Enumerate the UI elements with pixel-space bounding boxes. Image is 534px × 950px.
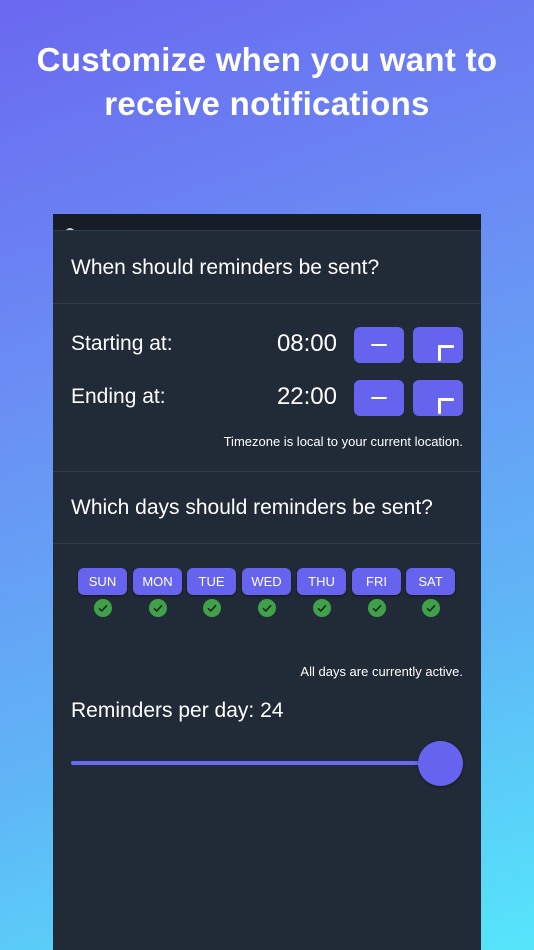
reminders-value: 24 [260,699,284,722]
day-button[interactable]: THU [297,568,346,595]
day-button[interactable]: MON [133,568,182,595]
nav-bar-fragment [53,214,481,231]
day-thu[interactable]: THU [297,568,346,617]
reminders-slider-track[interactable] [71,761,441,765]
end-time-row: Ending at: 22:00 [71,380,463,416]
check-icon [93,599,112,617]
check-icon [202,599,221,617]
day-button[interactable]: TUE [187,568,236,595]
end-time-label: Ending at: [71,385,166,408]
check-icon [367,599,386,617]
days-section-title: Which days should reminders be sent? [53,472,481,544]
back-chevron-icon [65,228,75,230]
check-icon [421,599,440,617]
reminders-slider-thumb[interactable] [418,741,463,786]
day-sat[interactable]: SAT [406,568,455,617]
day-sun[interactable]: SUN [78,568,127,617]
day-button[interactable]: FRI [352,568,401,595]
time-section-title: When should reminders be sent? [53,232,481,304]
day-button[interactable]: WED [242,568,291,595]
start-increment-button[interactable] [413,327,463,363]
day-mon[interactable]: MON [133,568,182,617]
end-decrement-button[interactable] [354,380,404,416]
end-increment-button[interactable] [413,380,463,416]
start-time-label: Starting at: [71,332,173,355]
timezone-note: Timezone is local to your current locati… [223,434,463,449]
day-tue[interactable]: TUE [187,568,236,617]
days-status-note: All days are currently active. [300,664,463,679]
minus-icon [371,396,387,400]
day-wed[interactable]: WED [242,568,291,617]
start-decrement-button[interactable] [354,327,404,363]
check-icon [257,599,276,617]
check-icon [312,599,331,617]
end-time-value: 22:00 [276,383,337,410]
check-icon [148,599,167,617]
day-selector: SUN MON TUE WED THU FRI SAT [78,568,458,618]
reminders-per-day: Reminders per day: 24 [71,699,283,723]
day-button[interactable]: SUN [78,568,127,595]
start-time-row: Starting at: 08:00 [71,327,463,363]
start-time-value: 08:00 [276,330,337,357]
promo-headline: Customize when you want to receive notif… [36,41,498,122]
minus-icon [371,343,387,347]
reminders-label: Reminders per day: [71,699,255,722]
day-button[interactable]: SAT [406,568,455,595]
app-screen: When should reminders be sent? Starting … [53,214,481,950]
day-fri[interactable]: FRI [352,568,401,617]
